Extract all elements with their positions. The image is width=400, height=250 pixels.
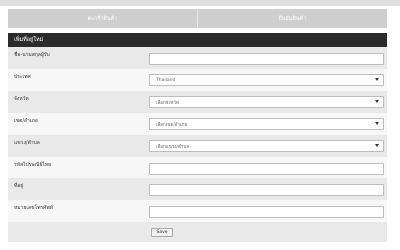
form-row-actions: Save bbox=[8, 222, 387, 242]
subdistrict-select[interactable]: เลือกแขวง/ตำบล bbox=[149, 140, 384, 152]
subdistrict-selected-value: เลือกแขวง/ตำบล bbox=[156, 144, 190, 150]
chevron-down-icon bbox=[375, 144, 379, 147]
top-strip bbox=[0, 0, 400, 6]
phone-input[interactable] bbox=[149, 206, 384, 218]
province-label: จังหวัด bbox=[14, 96, 29, 102]
checkout-tabs: ตะกร้าสินค้า ยืนยันสินค้า bbox=[8, 9, 387, 28]
chevron-down-icon bbox=[375, 122, 379, 125]
form-row-phone: หมายเลขโทรศัพท์ bbox=[8, 200, 387, 222]
province-selected-value: เลือกจังหวัด bbox=[156, 100, 179, 106]
form-row-postcode: รหัสไปรษณีย์ไทย bbox=[8, 157, 387, 178]
form-row-address: ที่อยู่ bbox=[8, 178, 387, 200]
form-row-recipient: ชื่อ-นามสกุลผู้รับ bbox=[8, 47, 387, 69]
district-select[interactable]: เลือกเขต/อำเภอ bbox=[149, 118, 384, 130]
chevron-down-icon bbox=[375, 100, 379, 103]
postcode-input[interactable] bbox=[149, 163, 384, 175]
form-row-district: เขต/อำเภอ เลือกเขต/อำเภอ bbox=[8, 113, 387, 135]
address-input[interactable] bbox=[149, 184, 384, 196]
country-label: ประเทศ bbox=[14, 74, 31, 80]
province-select[interactable]: เลือกจังหวัด bbox=[149, 96, 384, 108]
save-button[interactable]: Save bbox=[151, 228, 173, 237]
district-label: เขต/อำเภอ bbox=[14, 118, 38, 124]
postcode-label: รหัสไปรษณีย์ไทย bbox=[14, 162, 52, 168]
address-form-panel: เพิ่มที่อยู่ใหม่ ชื่อ-นามสกุลผู้รับ ประเ… bbox=[8, 33, 387, 242]
district-selected-value: เลือกเขต/อำเภอ bbox=[156, 122, 188, 128]
country-selected-value: Thailand bbox=[156, 77, 176, 83]
recipient-label: ชื่อ-นามสกุลผู้รับ bbox=[14, 52, 50, 58]
tab-cart[interactable]: ตะกร้าสินค้า bbox=[8, 9, 197, 28]
tab-confirm[interactable]: ยืนยันสินค้า bbox=[197, 9, 387, 28]
address-label: ที่อยู่ bbox=[14, 183, 24, 189]
chevron-down-icon bbox=[375, 78, 379, 81]
form-row-subdistrict: แขวง/ตำบล เลือกแขวง/ตำบล bbox=[8, 135, 387, 157]
section-title: เพิ่มที่อยู่ใหม่ bbox=[8, 33, 387, 47]
phone-label: หมายเลขโทรศัพท์ bbox=[14, 205, 53, 211]
form-row-country: ประเทศ Thailand bbox=[8, 69, 387, 91]
recipient-input[interactable] bbox=[149, 53, 384, 65]
country-select[interactable]: Thailand bbox=[149, 74, 384, 86]
form-row-province: จังหวัด เลือกจังหวัด bbox=[8, 91, 387, 113]
subdistrict-label: แขวง/ตำบล bbox=[14, 140, 40, 146]
